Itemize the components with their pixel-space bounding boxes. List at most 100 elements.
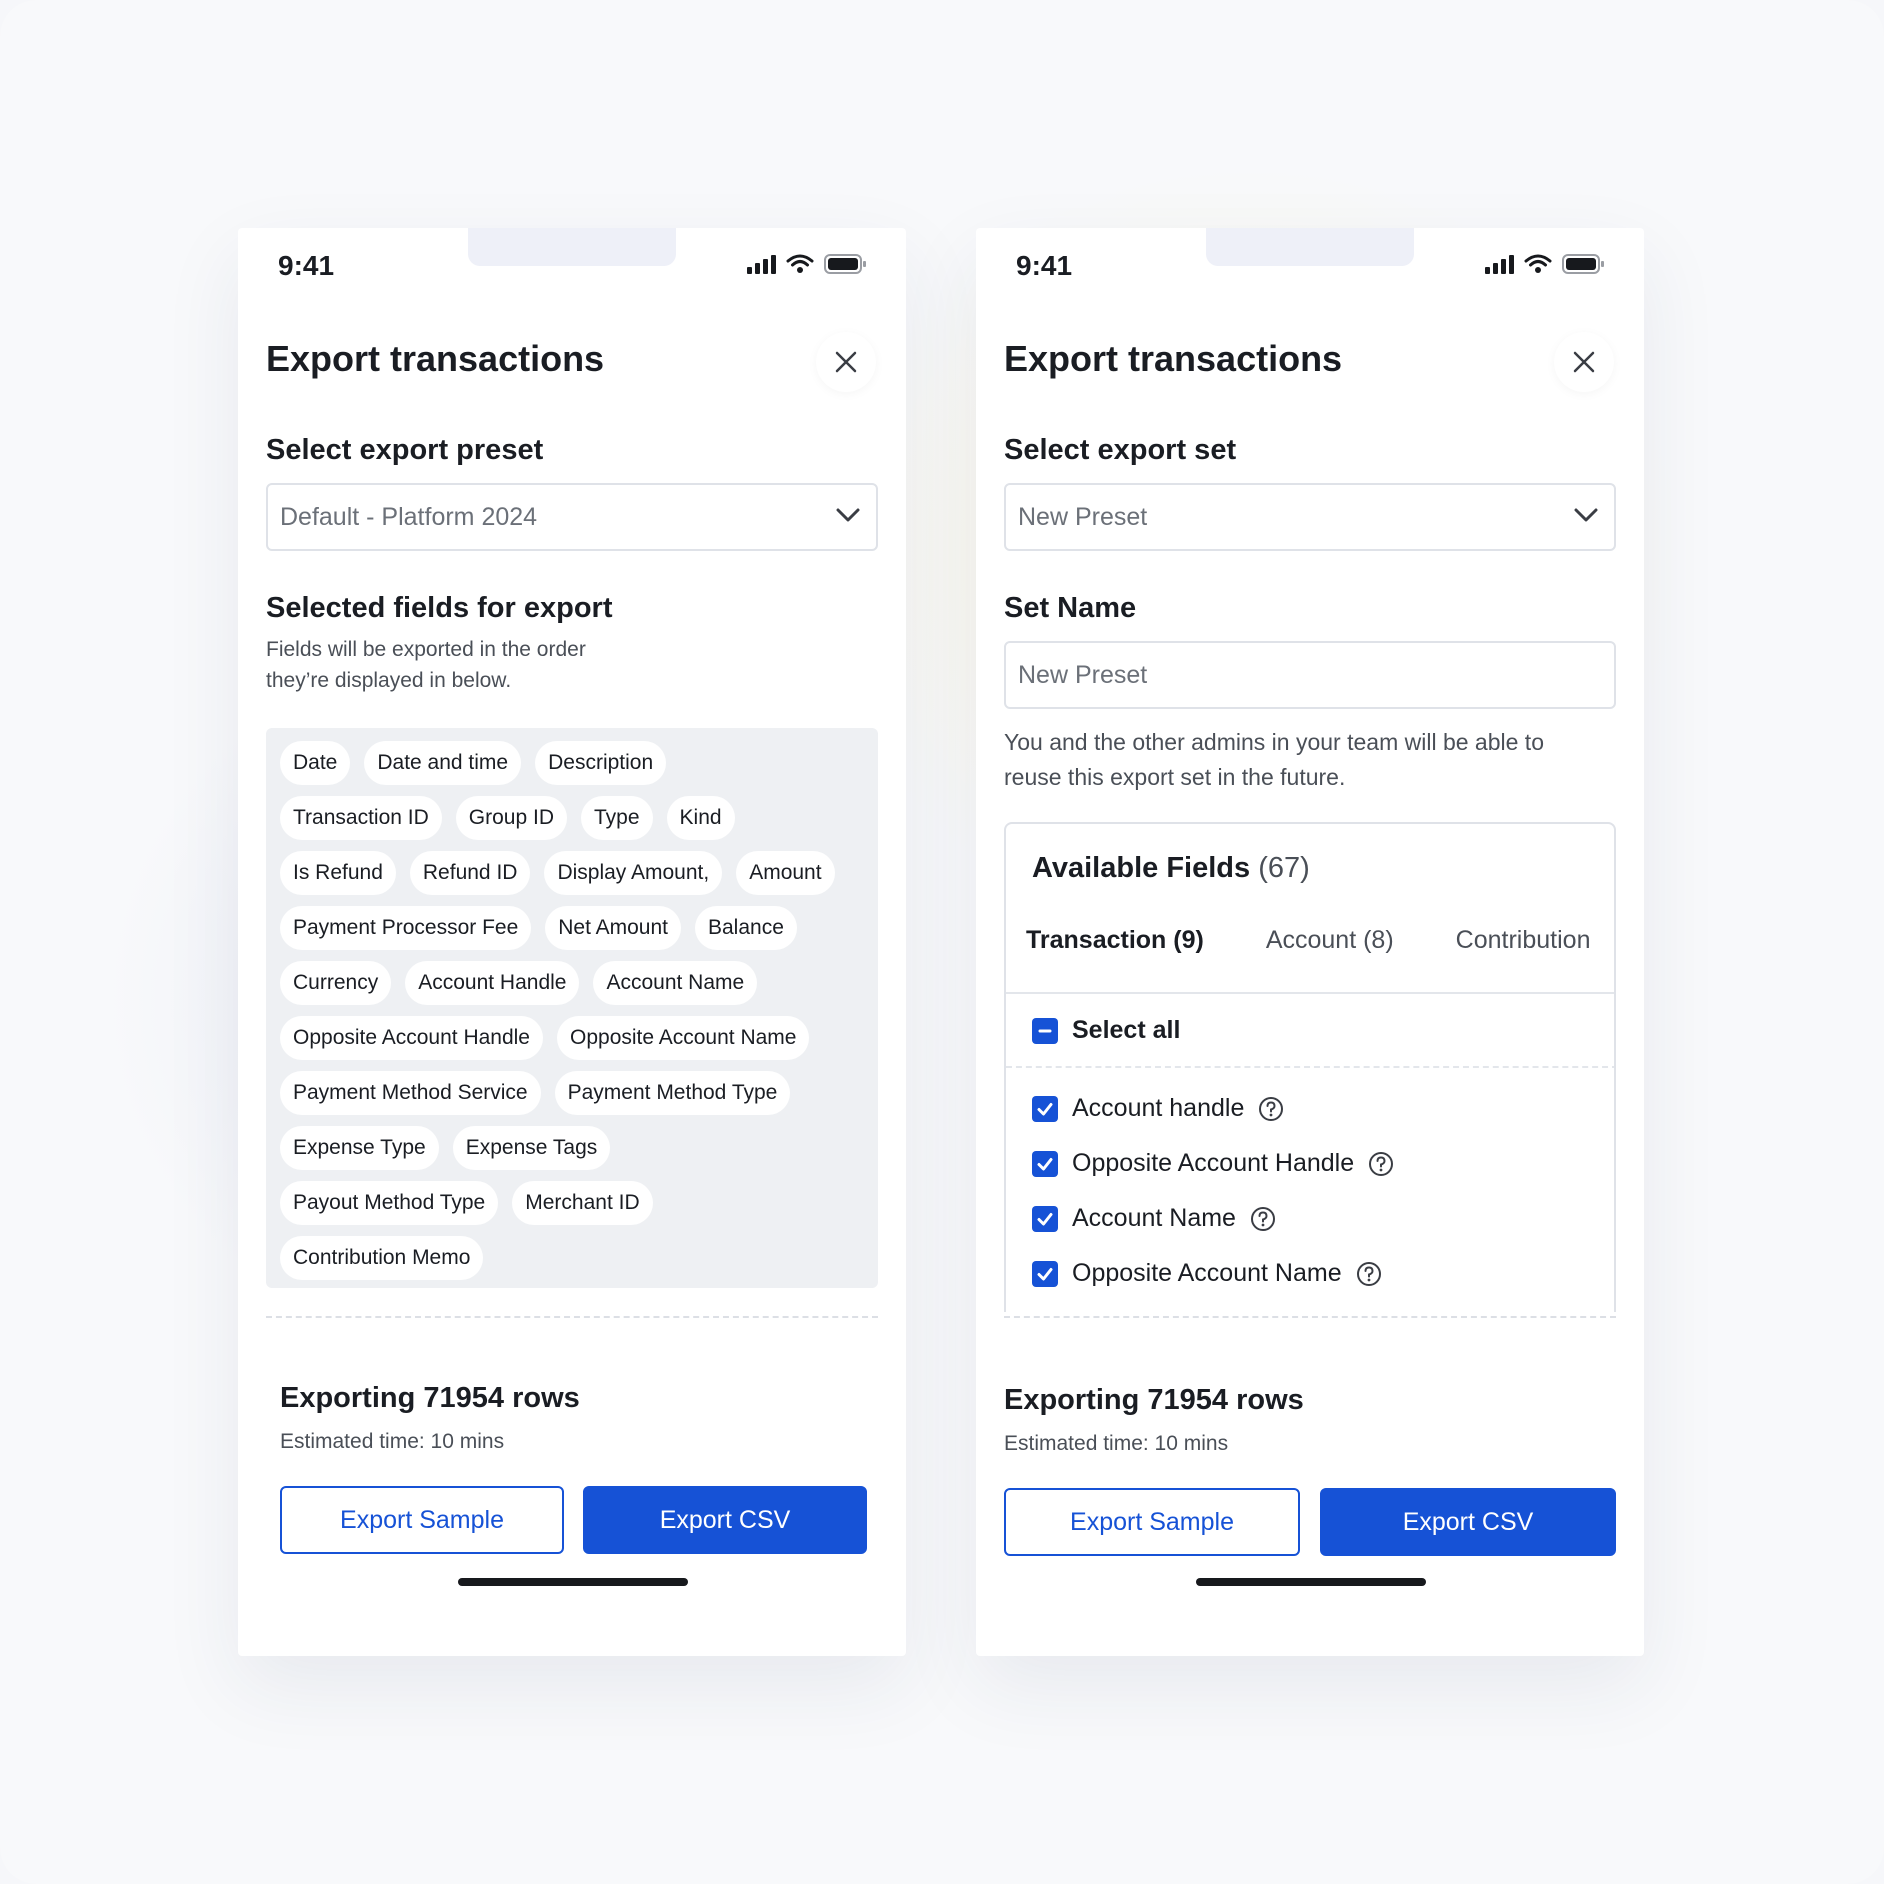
help-icon[interactable] [1250,1206,1276,1232]
field-chip-row: Expense Type Expense Tags [280,1126,864,1170]
field-chip[interactable]: Payment Method Type [554,1071,791,1115]
field-chip[interactable]: Group ID [455,796,567,840]
set-name-help: You and the other admins in your team wi… [1004,729,1544,790]
export-set-label: Select export set [1004,434,1237,466]
help-icon[interactable] [1356,1261,1382,1287]
selected-fields-help: Fields will be exported in the order the… [266,638,586,692]
tab-transaction[interactable]: Transaction (9) [1026,926,1204,955]
available-fields-count: (67) [1258,852,1310,884]
field-chip[interactable]: Payment Method Service [280,1071,541,1115]
field-chip-row: Transaction ID Group ID Type Kind [280,796,864,840]
field-chip[interactable]: Merchant ID [512,1181,653,1225]
field-chip-row: Opposite Account Handle Opposite Account … [280,1016,864,1060]
export-row-count: Exporting 71954 rows [280,1382,580,1414]
field-chip[interactable]: Net Amount [545,906,681,950]
close-button[interactable] [816,332,876,392]
set-name-input[interactable] [1004,641,1616,709]
field-checkbox-row[interactable]: Account handle [1032,1094,1284,1123]
chevron-down-icon [836,508,860,522]
field-chip[interactable]: Expense Type [280,1126,439,1170]
field-chip[interactable]: Amount [736,851,835,895]
battery-icon [1562,254,1604,274]
preset-label: Select export preset [266,434,544,466]
field-chip[interactable]: Opposite Account Handle [280,1016,543,1060]
battery-icon [824,254,866,274]
help-icon[interactable] [1368,1151,1394,1177]
checkbox-checked-icon [1032,1150,1058,1177]
help-icon[interactable] [1258,1096,1284,1122]
field-chip[interactable]: Date and time [364,741,522,785]
preset-select-value: Default - Platform 2024 [280,503,538,531]
status-time: 9:41 [1016,250,1073,281]
divider [1004,1316,1616,1318]
field-chip[interactable]: Account Handle [405,961,580,1005]
field-checkbox-row[interactable]: Account Name [1032,1204,1276,1233]
wifi-icon [786,254,814,274]
home-indicator [458,1578,688,1586]
signal-icon [746,254,776,274]
field-chip-row: Date Date and time Description [280,741,864,785]
field-chip[interactable]: Type [580,796,653,840]
tab-account[interactable]: Account (8) [1266,926,1394,955]
field-chip[interactable]: Opposite Account Name [557,1016,810,1060]
page-title: Export transactions [1004,338,1343,379]
field-chip-row: Contribution Memo [280,1236,864,1280]
select-all-checkbox[interactable]: Select all [1032,1016,1180,1045]
field-chip[interactable]: Expense Tags [452,1126,611,1170]
field-chip[interactable]: Is Refund [280,851,396,895]
field-chip[interactable]: Account Name [593,961,758,1005]
close-icon [1573,351,1595,373]
field-chip[interactable]: Transaction ID [280,796,442,840]
page-title: Export transactions [266,338,605,379]
signal-icon [1484,254,1514,274]
field-chip[interactable]: Refund ID [409,851,531,895]
field-chip-row: Payment Processor Fee Net Amount Balance [280,906,864,950]
field-chip[interactable]: Currency [280,961,392,1005]
field-chip[interactable]: Payment Processor Fee [280,906,532,950]
wifi-icon [1524,254,1552,274]
checkbox-checked-icon [1032,1095,1058,1122]
field-chip[interactable]: Date [280,741,351,785]
phone-screen-left: 9:41 Export transactions Select export p… [238,228,906,1656]
field-chip[interactable]: Balance [695,906,797,950]
divider [1006,1066,1614,1068]
estimated-time: Estimated time: 10 mins [1004,1432,1229,1455]
available-fields-heading: Available Fields (67) [1032,852,1310,884]
field-chip-row: Currency Account Handle Account Name [280,961,864,1005]
export-csv-button[interactable]: Export CSV [583,1486,867,1554]
field-chip[interactable]: Display Amount, [544,851,723,895]
home-indicator [1196,1578,1426,1586]
field-checkbox-row[interactable]: Opposite Account Name [1032,1259,1382,1288]
field-chip[interactable]: Description [535,741,667,785]
export-row-count: Exporting 71954 rows [1004,1384,1304,1416]
checkbox-checked-icon [1032,1205,1058,1232]
field-chip[interactable]: Contribution Memo [280,1236,484,1280]
estimated-time: Estimated time: 10 mins [280,1430,505,1453]
close-button[interactable] [1554,332,1614,392]
export-csv-button[interactable]: Export CSV [1320,1488,1616,1556]
export-sample-button[interactable]: Export Sample [1004,1488,1300,1556]
available-fields-panel: Available Fields (67) Transaction (9) Ac… [1004,822,1616,1312]
checkbox-checked-icon [1032,1260,1058,1287]
tab-contribution[interactable]: Contribution [1456,926,1591,955]
close-icon [835,351,857,373]
field-category-tabs: Transaction (9) Account (8) Contribution [1026,926,1590,955]
status-icons [746,254,866,274]
field-chip-row: Is Refund Refund ID Display Amount, Amount [280,851,864,895]
set-name-label: Set Name [1004,592,1137,624]
chevron-down-icon [1574,508,1598,522]
indeterminate-checkbox-icon [1032,1017,1058,1044]
export-set-select-value: New Preset [1018,503,1148,531]
dynamic-island [1206,228,1414,266]
field-chip-row: Payment Method Service Payment Method Typ… [280,1071,864,1115]
export-sample-button[interactable]: Export Sample [280,1486,564,1554]
field-checkbox-row[interactable]: Opposite Account Handle [1032,1149,1394,1178]
export-set-select[interactable]: New Preset [1004,483,1616,551]
status-icons [1484,254,1604,274]
field-chip-row: Payout Method Type Merchant ID [280,1181,864,1225]
selected-fields-title: Selected fields for export [266,592,613,624]
field-chip[interactable]: Kind [666,796,735,840]
preset-select[interactable]: Default - Platform 2024 [266,483,878,551]
phone-screen-right: 9:41 Export transactions Select export s… [976,228,1644,1656]
field-chip[interactable]: Payout Method Type [280,1181,499,1225]
